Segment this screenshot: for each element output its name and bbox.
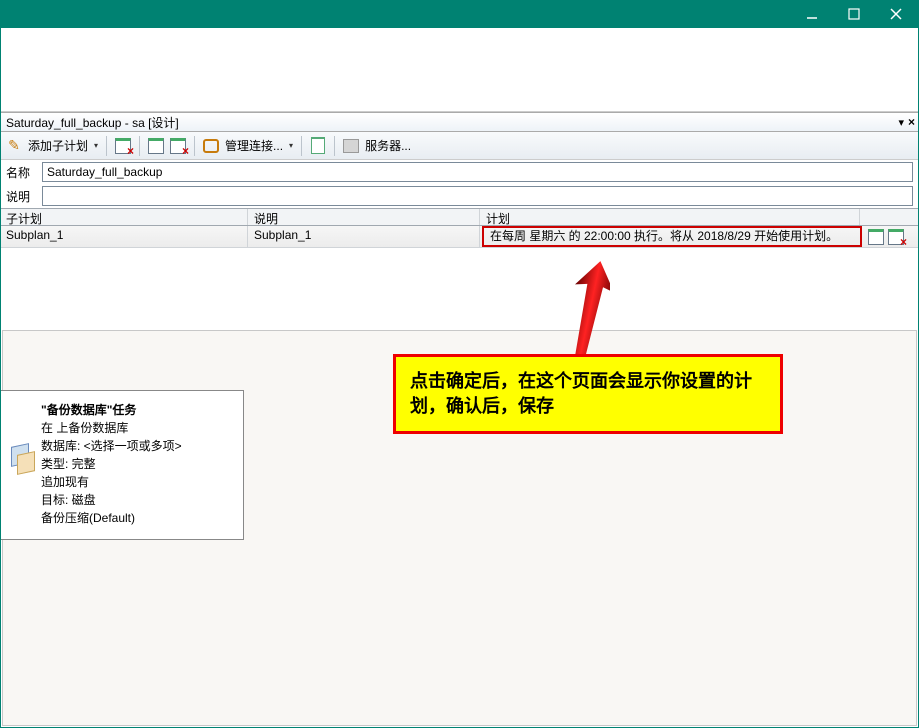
designer-toolbar: 添加子计划 ▾ 管理连接... ▾ 服务器... xyxy=(0,132,919,160)
col-schedule[interactable]: 计划 xyxy=(480,209,860,225)
tab-close-button[interactable]: × xyxy=(908,115,915,129)
remove-schedule-icon[interactable] xyxy=(888,229,904,245)
description-input[interactable] xyxy=(42,186,913,206)
subplan-actions xyxy=(864,226,919,247)
edit-schedule-icon[interactable] xyxy=(868,229,884,245)
description-label: 说明 xyxy=(6,188,36,205)
delete-subplan-icon[interactable] xyxy=(115,138,131,154)
document-tab-bar: Saturday_full_backup - sa [设计] ▾ × xyxy=(0,112,919,132)
minimize-button[interactable] xyxy=(791,0,833,28)
separator xyxy=(301,136,302,156)
subplan-grid-header: 子计划 说明 计划 xyxy=(0,208,919,226)
separator xyxy=(139,136,140,156)
reporting-icon[interactable] xyxy=(310,138,326,154)
close-button[interactable] xyxy=(875,0,917,28)
callout-text: 点击确定后，在这个页面会显示你设置的计划，确认后，保存 xyxy=(410,371,752,416)
database-stack-icon xyxy=(11,445,33,469)
task-line: 数据库: <选择一项或多项> xyxy=(41,437,231,455)
col-subplan[interactable]: 子计划 xyxy=(0,209,248,225)
task-line: 在 上备份数据库 xyxy=(41,419,231,437)
annotation-callout: 点击确定后，在这个页面会显示你设置的计划，确认后，保存 xyxy=(393,354,783,434)
separator xyxy=(194,136,195,156)
task-line: 备份压缩(Default) xyxy=(41,509,231,527)
document-tab[interactable]: Saturday_full_backup - sa [设计] xyxy=(4,113,181,132)
task-title: "备份数据库"任务 xyxy=(41,401,231,419)
servers-icon xyxy=(343,138,359,154)
subplan-cell[interactable]: Subplan_1 xyxy=(0,226,248,247)
subplan-row[interactable]: Subplan_1 Subplan_1 在每周 星期六 的 22:00:00 执… xyxy=(0,226,919,248)
name-input[interactable] xyxy=(42,162,913,182)
window-titlebar xyxy=(0,0,919,28)
task-line: 目标: 磁盘 xyxy=(41,491,231,509)
task-line: 追加现有 xyxy=(41,473,231,491)
task-line: 类型: 完整 xyxy=(41,455,231,473)
menu-ribbon-area xyxy=(0,28,919,112)
tab-windows-dropdown[interactable]: ▾ xyxy=(898,116,904,129)
manage-connections-dropdown[interactable]: ▾ xyxy=(289,141,293,150)
add-subplan-dropdown[interactable]: ▾ xyxy=(94,141,98,150)
subplan-schedule-cell[interactable]: 在每周 星期六 的 22:00:00 执行。将从 2018/8/29 开始使用计… xyxy=(482,226,862,247)
separator xyxy=(334,136,335,156)
schedule-remove-icon[interactable] xyxy=(170,138,186,154)
col-description[interactable]: 说明 xyxy=(248,209,480,225)
servers-button[interactable]: 服务器... xyxy=(365,137,411,154)
manage-connections-icon xyxy=(203,138,219,154)
schedule-icon[interactable] xyxy=(148,138,164,154)
edit-icon[interactable] xyxy=(6,138,22,154)
col-actions xyxy=(860,209,919,225)
separator xyxy=(106,136,107,156)
backup-task-node[interactable]: "备份数据库"任务 在 上备份数据库 数据库: <选择一项或多项> 类型: 完整… xyxy=(0,390,244,540)
subplan-desc-cell[interactable]: Subplan_1 xyxy=(248,226,480,247)
add-subplan-button[interactable]: 添加子计划 xyxy=(28,137,88,154)
name-row: 名称 xyxy=(0,160,919,184)
manage-connections-button[interactable]: 管理连接... xyxy=(225,137,283,154)
maximize-button[interactable] xyxy=(833,0,875,28)
description-row: 说明 xyxy=(0,184,919,208)
name-label: 名称 xyxy=(6,164,36,181)
